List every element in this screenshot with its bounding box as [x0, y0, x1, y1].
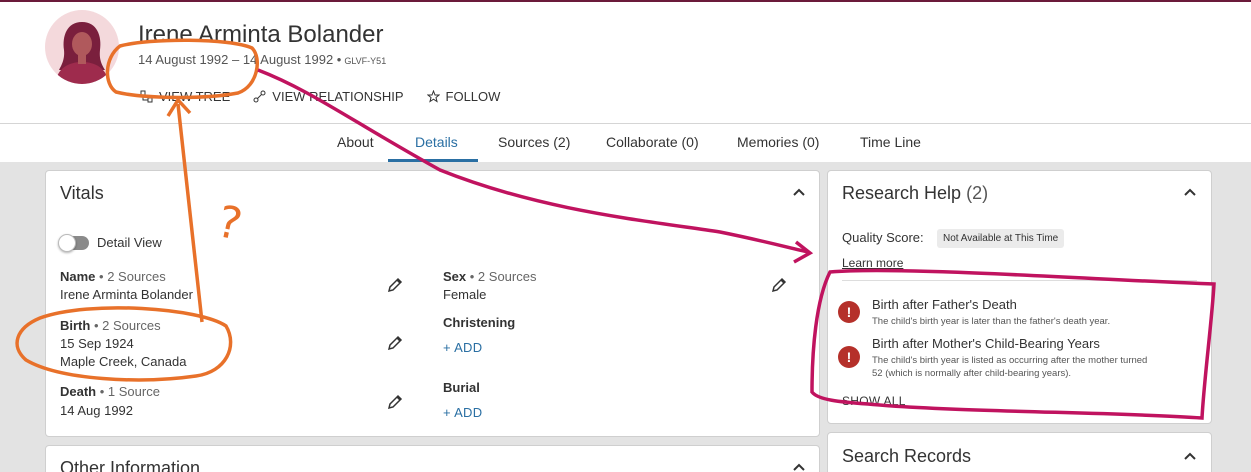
tab-details[interactable]: Details — [415, 134, 458, 150]
birth-label: Birth • 2 Sources — [60, 318, 161, 333]
death-sources[interactable]: • 1 Source — [100, 384, 160, 399]
alert-icon: ! — [838, 346, 860, 368]
vitals-title: Vitals — [60, 183, 104, 203]
star-icon — [426, 90, 440, 103]
alert-icon: ! — [838, 301, 860, 323]
tab-collaborate[interactable]: Collaborate (0) — [606, 134, 699, 150]
add-burial-link[interactable]: + ADD — [443, 405, 482, 420]
tab-about[interactable]: About — [337, 134, 374, 150]
learn-more-link[interactable]: Learn more — [842, 256, 903, 270]
person-dates: 14 August 1992 – 14 August 1992 • GLVF-Y5… — [138, 52, 386, 67]
follow-button[interactable]: FOLLOW — [426, 89, 501, 104]
death-value: 14 Aug 1992 — [60, 403, 134, 418]
tab-memories[interactable]: Memories (0) — [737, 134, 819, 150]
person-id: GLVF-Y51 — [344, 56, 387, 66]
edit-birth-icon[interactable] — [386, 334, 404, 352]
person-actions: VIEW TREE VIEW RELATIONSHIP FOLLOW — [140, 89, 500, 104]
sex-value: Female — [443, 287, 487, 302]
life-dates: 14 August 1992 – 14 August 1992 • — [138, 52, 342, 67]
chevron-up-icon[interactable] — [1184, 188, 1196, 196]
detail-view-label: Detail View — [97, 235, 162, 250]
detail-view-toggle[interactable] — [58, 234, 89, 252]
person-header: Irene Arminta Bolander 14 August 1992 – … — [0, 2, 1251, 124]
name-value: Irene Arminta Bolander — [60, 287, 193, 302]
toggle-knob — [58, 234, 76, 252]
relationship-icon — [253, 90, 266, 103]
quality-score-badge: Not Available at This Time — [937, 229, 1065, 248]
research-help-title: Research Help (2) — [842, 183, 989, 203]
search-records-title: Search Records — [842, 446, 972, 466]
view-relationship-label: VIEW RELATIONSHIP — [272, 89, 404, 104]
divider — [842, 280, 1197, 281]
edit-name-icon[interactable] — [386, 276, 404, 294]
birth-sources[interactable]: • 2 Sources — [94, 318, 161, 333]
quality-score-label: Quality Score: — [842, 230, 924, 245]
burial-label: Burial — [443, 380, 480, 395]
birth-date: 15 Sep 1924 — [60, 336, 134, 351]
female-avatar-icon — [55, 22, 109, 84]
vitals-card — [45, 170, 820, 437]
show-all-link[interactable]: SHOW ALL — [842, 394, 906, 408]
tab-timeline[interactable]: Time Line — [860, 134, 921, 150]
birth-place: Maple Creek, Canada — [60, 354, 187, 369]
sex-sources[interactable]: • 2 Sources — [470, 269, 537, 284]
person-name: Irene Arminta Bolander — [138, 21, 384, 48]
death-label: Death • 1 Source — [60, 384, 160, 399]
edit-sex-icon[interactable] — [770, 276, 788, 294]
chevron-up-icon[interactable] — [793, 188, 805, 196]
alert-desc-mother-age-1: The child's birth year is listed as occu… — [872, 355, 1148, 366]
alert-desc-mother-age-2: 52 (which is normally after child-bearin… — [872, 368, 1072, 379]
sex-label: Sex • 2 Sources — [443, 269, 537, 284]
edit-death-icon[interactable] — [386, 393, 404, 411]
view-relationship-button[interactable]: VIEW RELATIONSHIP — [253, 89, 404, 104]
avatar — [45, 10, 119, 84]
tree-icon — [140, 90, 153, 103]
view-tree-label: VIEW TREE — [159, 89, 231, 104]
view-tree-button[interactable]: VIEW TREE — [140, 89, 230, 104]
research-help-count: (2) — [966, 183, 989, 203]
tab-sources[interactable]: Sources (2) — [498, 134, 570, 150]
alert-desc-father-death: The child's birth year is later than the… — [872, 316, 1111, 327]
name-label: Name • 2 Sources — [60, 269, 166, 284]
other-information-title: Other Information — [60, 458, 201, 472]
alert-title-father-death[interactable]: Birth after Father's Death — [872, 297, 1017, 312]
alert-title-mother-age[interactable]: Birth after Mother's Child-Bearing Years — [872, 336, 1100, 351]
chevron-up-icon[interactable] — [793, 463, 805, 471]
follow-label: FOLLOW — [445, 89, 501, 104]
add-christening-link[interactable]: + ADD — [443, 340, 482, 355]
chevron-up-icon[interactable] — [1184, 452, 1196, 460]
christening-label: Christening — [443, 315, 516, 330]
name-sources[interactable]: • 2 Sources — [99, 269, 166, 284]
tab-bar: About Details Sources (2) Collaborate (0… — [0, 124, 1251, 162]
